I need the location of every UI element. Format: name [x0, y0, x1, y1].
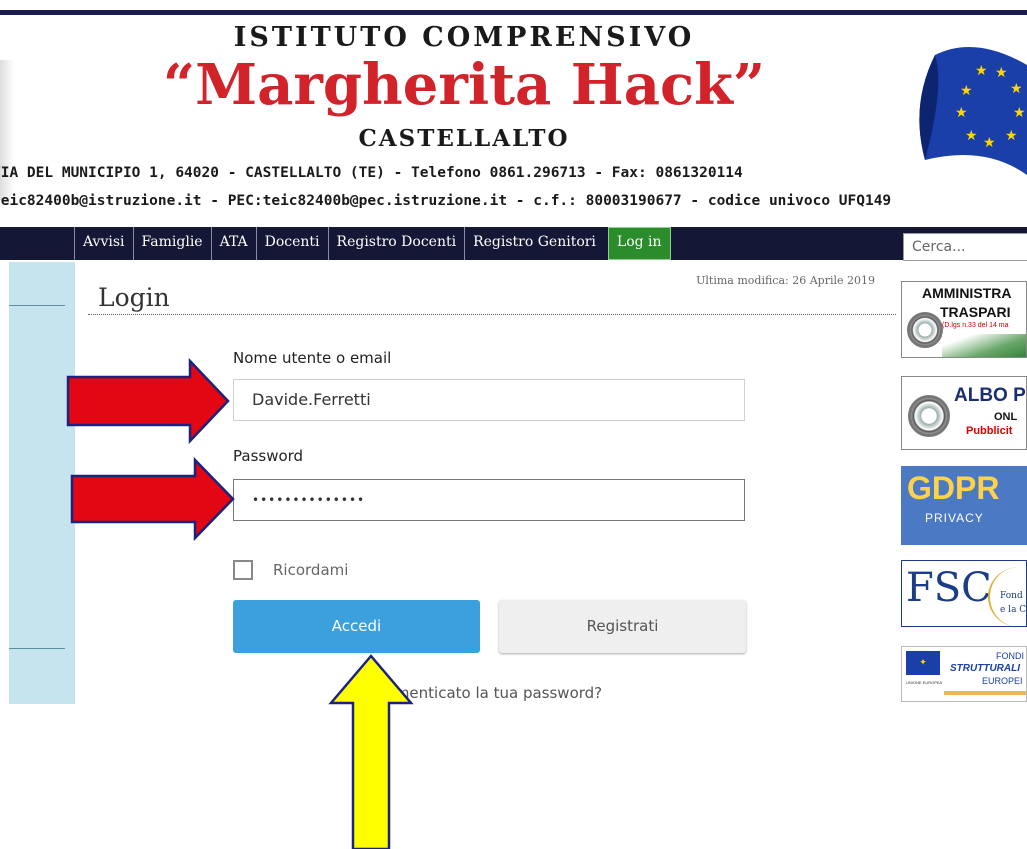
yellow-arrow-icon: [328, 654, 414, 849]
red-arrow-icon: [66, 357, 230, 445]
red-arrow-icon: [70, 456, 235, 542]
annotation-overlay: [66, 357, 414, 849]
